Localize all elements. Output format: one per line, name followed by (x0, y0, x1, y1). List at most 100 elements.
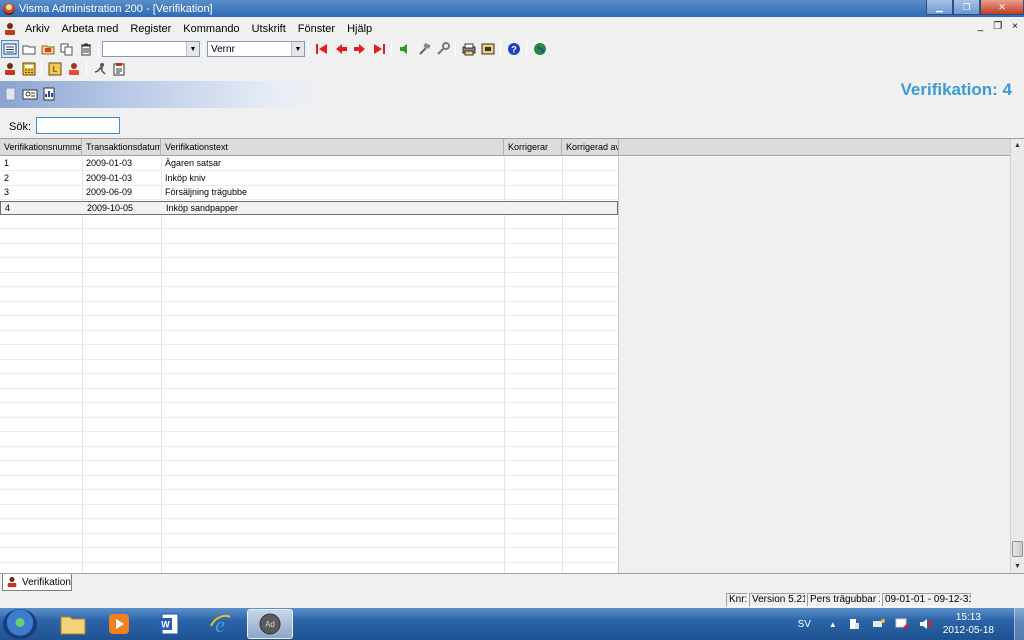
taskbar-explorer[interactable] (50, 609, 96, 639)
open-button[interactable] (39, 40, 57, 58)
menu-arkiv[interactable]: Arkiv (19, 23, 55, 35)
cell-verifikationstext[interactable]: Inköp sandpapper (162, 202, 505, 216)
power-icon[interactable] (871, 617, 885, 631)
menu-utskrift[interactable]: Utskrift (246, 23, 292, 35)
copy-button[interactable] (58, 40, 76, 58)
menu-register[interactable]: Register (124, 23, 177, 35)
mdi-minimize-button[interactable]: _ (978, 21, 984, 32)
cell-korrigerar[interactable] (505, 202, 563, 216)
vertical-scrollbar[interactable]: ▲ ▼ (1010, 139, 1024, 574)
empty-table-row[interactable] (0, 346, 618, 360)
cell-verifikationsnummer[interactable]: 2 (0, 172, 82, 186)
start-button[interactable] (3, 609, 37, 639)
column-header-verifikationstext[interactable]: Verifikationstext (161, 139, 504, 156)
column-header-korrigerad-av[interactable]: Korrigerad av (562, 139, 619, 156)
taskbar-internet-explorer[interactable]: e (197, 609, 243, 639)
empty-table-row[interactable] (0, 404, 618, 418)
empty-table-row[interactable] (0, 447, 618, 461)
cell-korrigerar[interactable] (504, 157, 562, 171)
restore-button[interactable]: ❐ (953, 0, 980, 15)
empty-table-row[interactable] (0, 476, 618, 490)
mdi-close-button[interactable]: × (1012, 21, 1018, 32)
cell-korrigerad-av[interactable] (563, 202, 619, 216)
empty-table-row[interactable] (0, 462, 618, 476)
ledger-button[interactable]: L (46, 60, 64, 78)
column-header-verifikationsnummer[interactable]: Verifikationsnummer (0, 139, 82, 156)
empty-table-row[interactable] (0, 215, 618, 229)
web-button[interactable] (531, 40, 549, 58)
calculator-button[interactable] (20, 60, 38, 78)
empty-table-row[interactable] (0, 375, 618, 389)
empty-table-row[interactable] (0, 288, 618, 302)
column-header-transaktionsdatum[interactable]: Transaktionsdatum (82, 139, 161, 156)
print-button[interactable] (460, 40, 478, 58)
cell-verifikationsnummer[interactable]: 1 (0, 157, 82, 171)
empty-table-row[interactable] (0, 317, 618, 331)
cell-korrigerad-av[interactable] (562, 186, 618, 200)
customer-button[interactable] (65, 60, 83, 78)
previous-record-button[interactable] (332, 40, 350, 58)
run-button[interactable] (91, 60, 109, 78)
scroll-up-icon[interactable]: ▲ (1011, 139, 1024, 152)
empty-table-row[interactable] (0, 505, 618, 519)
search-records-icon[interactable] (22, 87, 38, 101)
cell-korrigerar[interactable] (504, 172, 562, 186)
page-icon[interactable] (4, 87, 18, 101)
empty-table-row[interactable] (0, 302, 618, 316)
tab-verifikation[interactable]: Verifikation (2, 574, 72, 591)
first-record-button[interactable] (313, 40, 331, 58)
empty-table-row[interactable] (0, 244, 618, 258)
empty-table-row[interactable] (0, 520, 618, 534)
empty-table-row[interactable] (0, 534, 618, 548)
taskbar-word[interactable]: W (147, 609, 193, 639)
cell-transaktionsdatum[interactable]: 2009-01-03 (82, 172, 161, 186)
mdi-restore-button[interactable]: ❐ (993, 21, 1002, 32)
cell-transaktionsdatum[interactable]: 2009-06-09 (82, 186, 161, 200)
taskbar-visma-administration[interactable]: Ad (247, 609, 293, 639)
menu-hjalp[interactable]: Hjälp (341, 23, 378, 35)
table-row[interactable]: 2 2009-01-03 Inköp kniv (0, 172, 618, 186)
scroll-down-icon[interactable]: ▼ (1011, 560, 1024, 573)
show-desktop-button[interactable] (1014, 608, 1024, 640)
empty-table-row[interactable] (0, 273, 618, 287)
chevron-down-icon[interactable]: ▼ (291, 42, 304, 56)
report-icon[interactable] (42, 87, 56, 101)
cell-verifikationsnummer[interactable]: 3 (0, 186, 82, 200)
settings-button[interactable] (434, 40, 452, 58)
empty-table-row[interactable] (0, 549, 618, 563)
table-row[interactable]: 3 2009-06-09 Försäljning trägubbe (0, 186, 618, 200)
empty-table-row[interactable] (0, 491, 618, 505)
cell-korrigerar[interactable] (504, 186, 562, 200)
menu-arbeta-med[interactable]: Arbeta med (55, 23, 124, 35)
taskbar-media-player[interactable] (96, 609, 142, 639)
empty-table-row[interactable] (0, 230, 618, 244)
preview-button[interactable] (479, 40, 497, 58)
cell-verifikationstext[interactable]: Inköp kniv (161, 172, 504, 186)
volume-icon[interactable] (919, 617, 933, 631)
verifikation-button[interactable] (1, 60, 19, 78)
cell-korrigerad-av[interactable] (562, 172, 618, 186)
action-center-icon[interactable] (847, 617, 861, 631)
table-row[interactable]: 1 2009-01-03 Ägaren satsar (0, 157, 618, 171)
column-header-korrigerar[interactable]: Korrigerar (504, 139, 562, 156)
cell-transaktionsdatum[interactable]: 2009-10-05 (83, 202, 162, 216)
cell-verifikationstext[interactable]: Försäljning trägubbe (161, 186, 504, 200)
cell-transaktionsdatum[interactable]: 2009-01-03 (82, 157, 161, 171)
menu-fonster[interactable]: Fönster (292, 23, 341, 35)
next-record-button[interactable] (351, 40, 369, 58)
network-icon[interactable] (895, 617, 909, 631)
empty-table-row[interactable] (0, 418, 618, 432)
clipboard-button[interactable] (110, 60, 128, 78)
verifikation-doc-icon[interactable] (3, 22, 17, 36)
chevron-down-icon[interactable]: ▼ (186, 42, 199, 56)
scroll-thumb[interactable] (1012, 541, 1023, 557)
table-row[interactable]: 4 2009-10-05 Inköp sandpapper (0, 200, 619, 216)
sort-combo[interactable]: Vernr ▼ (207, 41, 305, 57)
empty-table-row[interactable] (0, 360, 618, 374)
search-input[interactable] (36, 117, 120, 134)
empty-table-row[interactable] (0, 389, 618, 403)
last-record-button[interactable] (370, 40, 388, 58)
cell-verifikationstext[interactable]: Ägaren satsar (161, 157, 504, 171)
sound-button[interactable] (396, 40, 414, 58)
close-button[interactable]: ✕ (980, 0, 1024, 15)
